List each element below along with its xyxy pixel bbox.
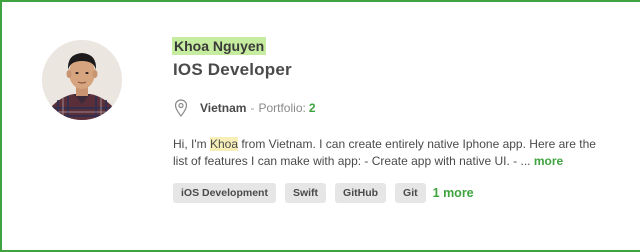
avatar[interactable]: [42, 40, 122, 120]
description-highlight: Khoa: [209, 137, 238, 151]
freelancer-name[interactable]: Khoa Nguyen: [172, 37, 267, 55]
freelancer-card: Khoa Nguyen IOS Developer Vietnam - Port…: [0, 0, 640, 252]
skill-tag[interactable]: Swift: [284, 183, 327, 203]
map-pin-icon: [174, 99, 188, 117]
freelancer-title: IOS Developer: [173, 60, 292, 79]
country-label: Vietnam: [200, 101, 247, 115]
skill-tag[interactable]: iOS Development: [173, 183, 276, 203]
description-line-1: Hi, I'm Khoa from Vietnam. I can create …: [173, 136, 640, 153]
location-row: Vietnam - Portfolio: 2: [174, 98, 316, 118]
skill-tags: iOS Development Swift GitHub Git 1 more: [173, 183, 474, 203]
skill-tag[interactable]: Git: [395, 183, 426, 203]
avatar-photo: [42, 40, 122, 120]
skill-tag[interactable]: GitHub: [335, 183, 387, 203]
more-tags-link[interactable]: 1 more: [433, 186, 474, 200]
description-more-link[interactable]: more: [534, 154, 563, 168]
profile-description: Hi, I'm Khoa from Vietnam. I can create …: [173, 136, 640, 170]
description-line-2: list of features I can make with app: - …: [173, 153, 640, 170]
description-text: from Vietnam. I can create entirely nati…: [238, 137, 596, 151]
description-text: Hi, I'm: [173, 137, 210, 151]
portfolio-label: Portfolio:: [258, 101, 306, 115]
portfolio-count-link[interactable]: 2: [309, 101, 316, 115]
location-separator: -: [250, 101, 255, 115]
description-text: list of features I can make with app: - …: [173, 154, 534, 168]
